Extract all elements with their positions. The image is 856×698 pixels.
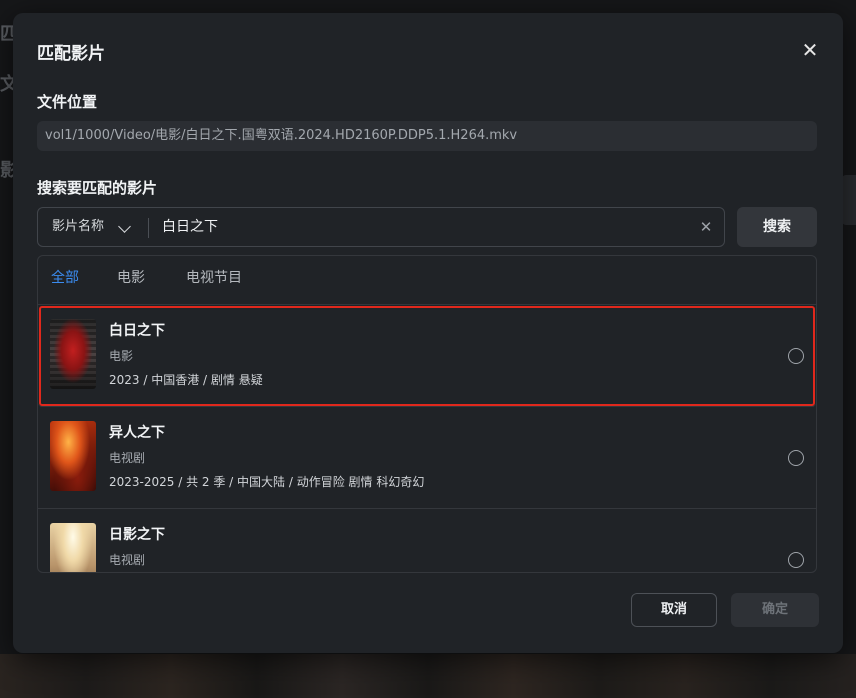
result-meta: 2023-2025 / 共 2 季 / 中国大陆 / 动作冒险 剧情 科幻奇幻 (109, 475, 425, 489)
poster-image (50, 523, 96, 572)
result-title: 白日之下 (109, 323, 165, 339)
confirm-button[interactable]: 确定 (731, 593, 819, 627)
search-input[interactable] (162, 208, 682, 246)
result-type: 电影 (109, 349, 134, 363)
result-type: 电视剧 (109, 553, 146, 567)
select-radio[interactable] (788, 348, 804, 364)
match-movie-dialog: 匹配影片 ✕ 文件位置 vol1/1000/Video/电影/白日之下.国粤双语… (13, 13, 843, 653)
close-icon[interactable]: ✕ (799, 39, 821, 61)
file-location-label: 文件位置 (37, 93, 98, 111)
chevron-down-icon[interactable] (118, 220, 131, 233)
list-item[interactable]: 日影之下 电视剧 (38, 509, 816, 572)
search-box: 影片名称 ✕ (37, 207, 725, 247)
dialog-title: 匹配影片 (37, 44, 105, 64)
tab-movie[interactable]: 电影 (117, 256, 145, 304)
result-title: 日影之下 (109, 527, 165, 543)
list-item[interactable]: 白日之下 电影 2023 / 中国香港 / 剧情 悬疑 (38, 305, 816, 407)
search-label: 搜索要匹配的影片 (37, 179, 158, 197)
divider (148, 218, 149, 238)
poster-image (50, 421, 96, 491)
results-panel: 全部 电影 电视节目 白日之下 电影 2023 / 中国香港 / 剧情 悬疑 异… (37, 255, 817, 573)
file-path-field: vol1/1000/Video/电影/白日之下.国粤双语.2024.HD2160… (37, 121, 817, 151)
select-radio[interactable] (788, 552, 804, 568)
tab-all[interactable]: 全部 (51, 256, 79, 304)
search-button[interactable]: 搜索 (737, 207, 817, 247)
background-poster-strip (0, 654, 856, 698)
poster-image (50, 319, 96, 389)
background-panel (842, 175, 856, 225)
search-row: 影片名称 ✕ 搜索 (37, 207, 817, 247)
result-type: 电视剧 (109, 451, 146, 465)
cancel-button[interactable]: 取消 (631, 593, 717, 627)
select-radio[interactable] (788, 450, 804, 466)
result-title: 异人之下 (109, 425, 165, 441)
clear-icon[interactable]: ✕ (696, 208, 716, 246)
tab-tv[interactable]: 电视节目 (186, 256, 242, 304)
search-type-select[interactable]: 影片名称 (52, 208, 104, 246)
category-tabs: 全部 电影 电视节目 (38, 256, 816, 305)
list-item[interactable]: 异人之下 电视剧 2023-2025 / 共 2 季 / 中国大陆 / 动作冒险… (38, 407, 816, 509)
result-meta: 2023 / 中国香港 / 剧情 悬疑 (109, 373, 263, 387)
